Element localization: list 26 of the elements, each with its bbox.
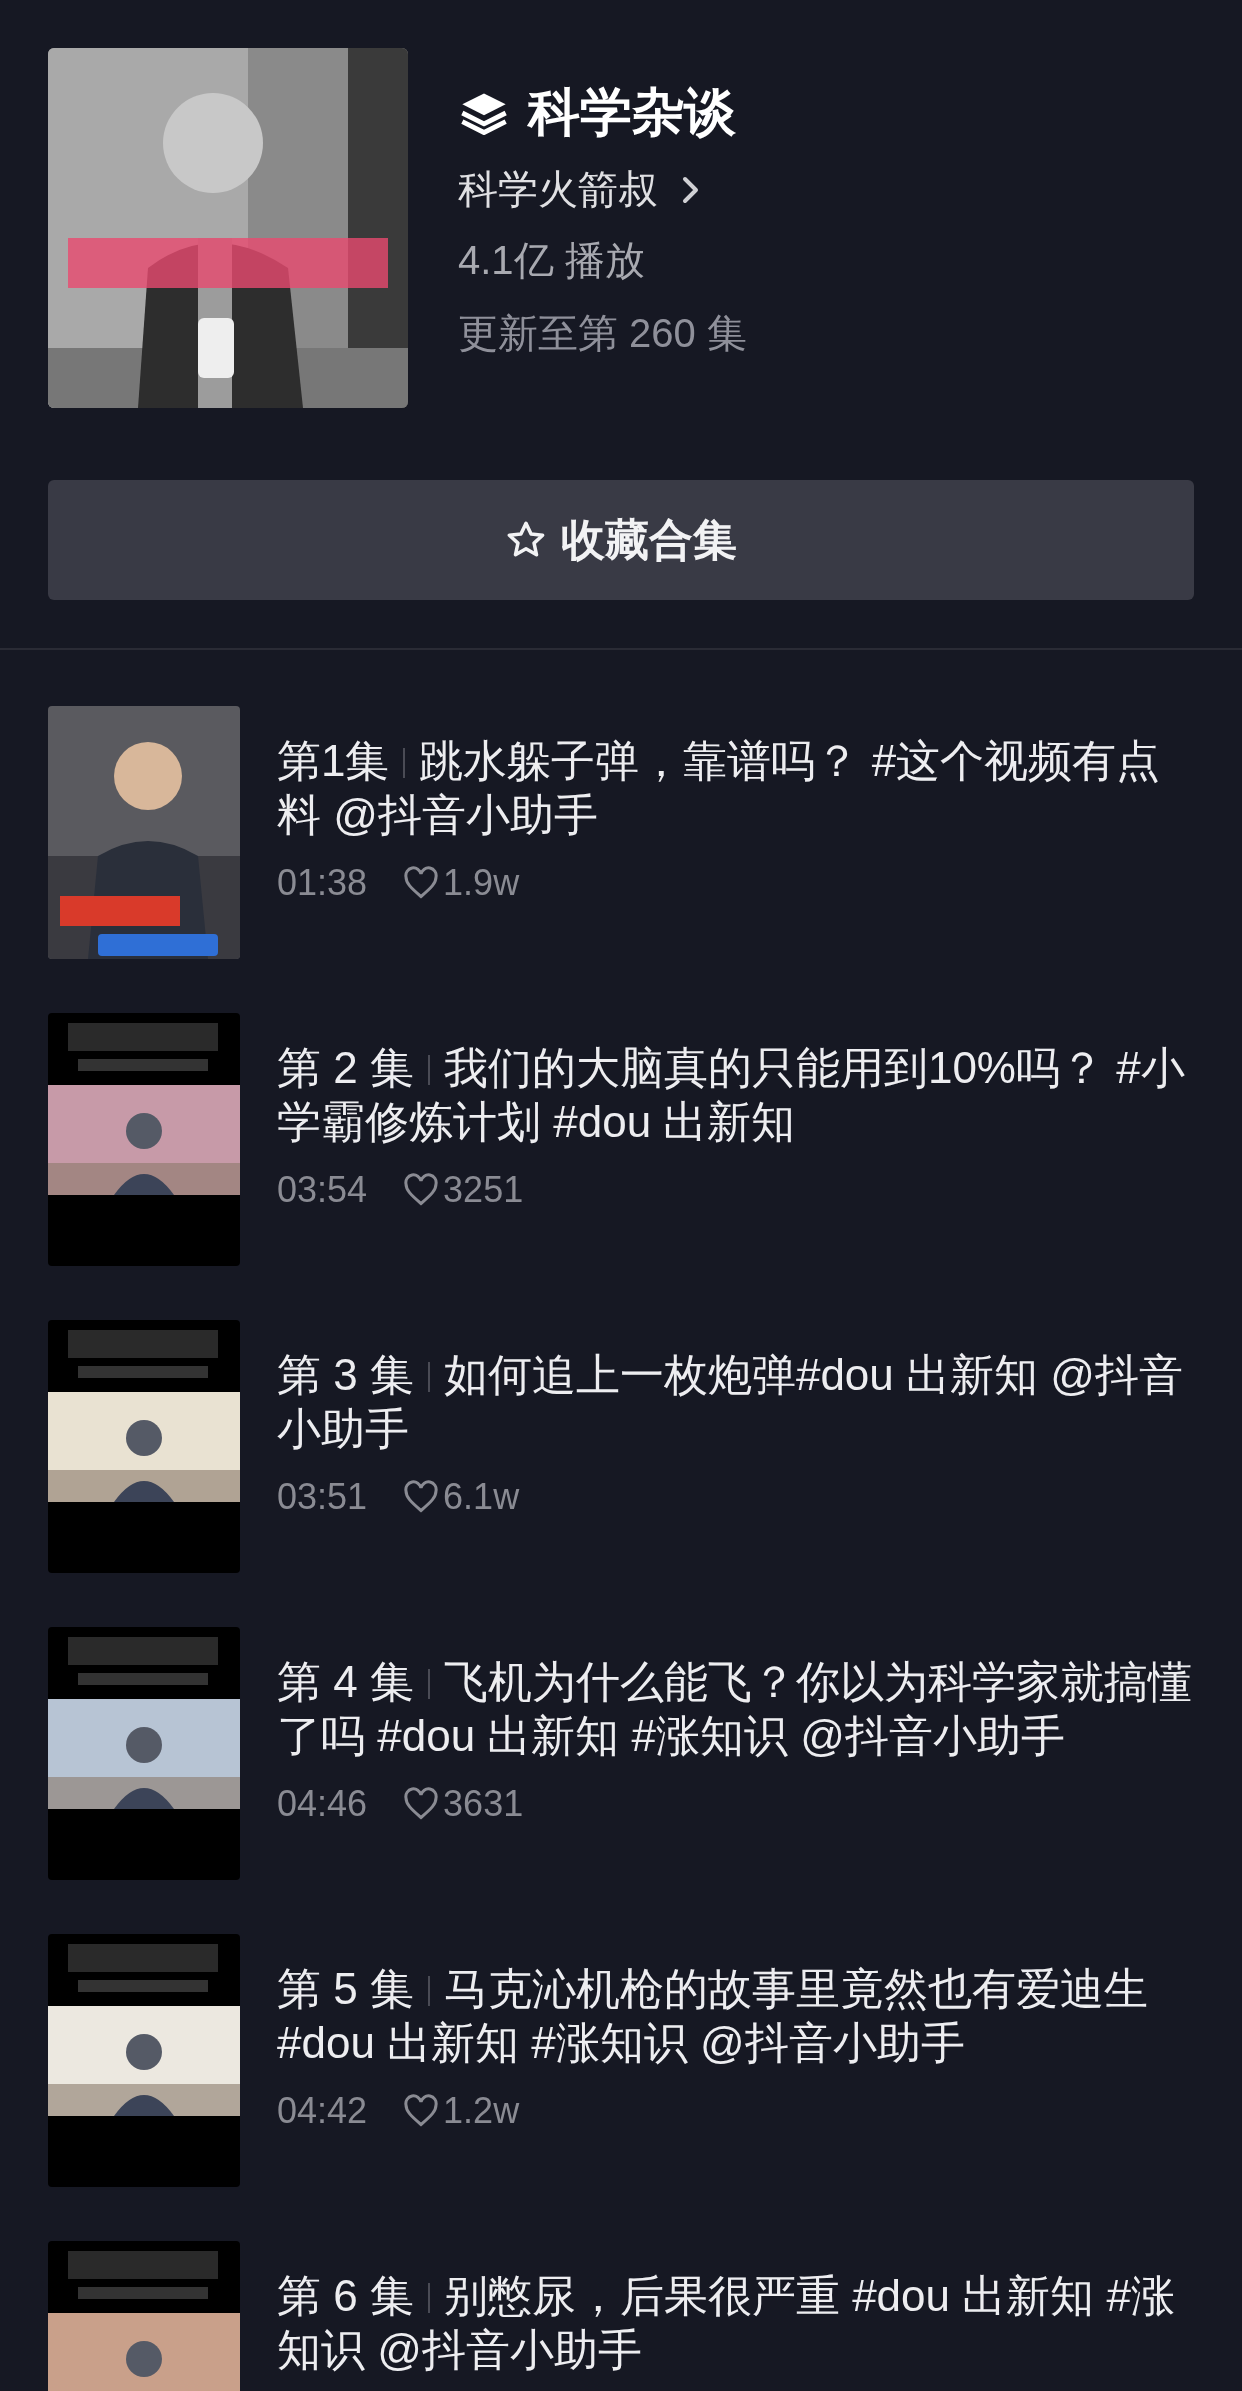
duration: 01:38	[277, 862, 368, 904]
heart-icon	[403, 1787, 440, 1821]
episode-title[interactable]: 第1集 跳水躲子弹，靠谱吗？ #这个视频有点料 @抖音小助手	[277, 734, 1194, 842]
favorite-button[interactable]: 收藏合集	[48, 480, 1194, 600]
heart-icon	[403, 2094, 440, 2128]
episode-title[interactable]: 第 5 集 马克沁机枪的故事里竟然也有爱迪生 #dou 出新知 #涨知识 @抖音小助手	[277, 1962, 1194, 2070]
update-status: 更新至第 260 集	[458, 310, 747, 357]
like-count: 3631	[443, 1783, 524, 1825]
duration: 03:51	[277, 1476, 368, 1518]
duration: 04:42	[277, 2090, 368, 2132]
episode-title[interactable]: 第 2 集 我们的大脑真的只能用到10%吗？ #小学霸修炼计划 #dou 出新知	[277, 1041, 1194, 1149]
episode-title[interactable]: 第 3 集 如何追上一枚炮弹#dou 出新知 @抖音小助手	[277, 1348, 1194, 1456]
like-count: 3251	[443, 1169, 524, 1211]
episode-title[interactable]: 第 6 集 别憋尿，后果很严重 #dou 出新知 #涨知识 @抖音小助手	[277, 2269, 1194, 2377]
episode-title[interactable]: 第 4 集 飞机为什么能飞？你以为科学家就搞懂了吗 #dou 出新知 #涨知识 @抖音小助手	[277, 1655, 1194, 1763]
collection-title: 科学杂谈	[528, 82, 736, 143]
duration: 04:46	[277, 1783, 368, 1825]
like-count: 6.1w	[443, 1476, 520, 1518]
duration: 03:54	[277, 1169, 368, 1211]
heart-icon	[403, 866, 440, 900]
heart-icon	[403, 1173, 440, 1207]
creator-link[interactable]: 科学火箭叔	[458, 162, 658, 217]
play-count: 4.1亿 播放	[458, 237, 646, 284]
like-count: 1.2w	[443, 2090, 520, 2132]
heart-icon	[403, 1480, 440, 1514]
like-count: 1.9w	[443, 862, 520, 904]
